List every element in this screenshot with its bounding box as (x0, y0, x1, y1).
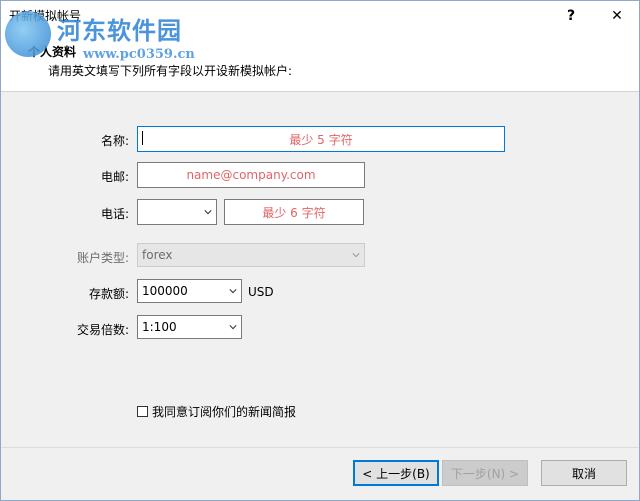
text-caret (142, 131, 143, 145)
form-body: 名称: 最少 5 字符 电邮: name@company.com 电话: 最少 … (1, 92, 639, 447)
close-button[interactable]: ✕ (595, 1, 639, 31)
deposit-label: 存款额: (88, 287, 129, 301)
name-input[interactable]: 最少 5 字符 (137, 126, 505, 152)
leverage-select[interactable]: 1:100 (137, 315, 242, 339)
currency-label: USD (248, 285, 274, 299)
chevron-down-icon (204, 210, 212, 215)
email-placeholder: name@company.com (186, 168, 316, 182)
account-type-label: 账户类型: (76, 251, 129, 265)
newsletter-label: 我同意订阅你们的新闻简报 (152, 405, 297, 419)
phone-input[interactable]: 最少 6 字符 (224, 199, 364, 225)
chevron-down-icon (229, 325, 237, 330)
leverage-value: 1:100 (142, 320, 177, 334)
help-button[interactable]: ? (549, 1, 593, 31)
chevron-down-icon (229, 289, 237, 294)
page-subtitle: 请用英文填写下列所有字段以开设新模拟帐户: (48, 64, 293, 78)
back-button[interactable]: < 上一步(B) (353, 460, 439, 486)
email-label: 电邮: (100, 170, 129, 184)
deposit-select[interactable]: 100000 (137, 279, 242, 303)
page-title: 个人资料 (28, 45, 77, 59)
cancel-button[interactable]: 取消 (541, 460, 627, 486)
next-button[interactable]: 下一步(N) > (442, 460, 528, 486)
name-label: 名称: (100, 134, 129, 148)
country-code-select[interactable] (137, 199, 217, 225)
account-type-select[interactable]: forex (137, 243, 365, 267)
phone-placeholder: 最少 6 字符 (262, 205, 326, 220)
page-header: 个人资料 请用英文填写下列所有字段以开设新模拟帐户: (1, 31, 639, 92)
dialog-footer: < 上一步(B) 下一步(N) > 取消 (1, 447, 639, 500)
leverage-label: 交易倍数: (76, 323, 129, 337)
window-title: 开新模拟帐号 (9, 9, 82, 23)
newsletter-checkbox[interactable] (137, 406, 148, 417)
title-bar: 开新模拟帐号 ? ✕ (1, 1, 639, 31)
chevron-down-icon (352, 253, 360, 258)
newsletter-option[interactable]: 我同意订阅你们的新闻简报 (137, 403, 296, 420)
phone-label: 电话: (100, 207, 129, 221)
email-input[interactable]: name@company.com (137, 162, 365, 188)
name-placeholder: 最少 5 字符 (289, 132, 353, 147)
dialog-window: 开新模拟帐号 ? ✕ 个人资料 请用英文填写下列所有字段以开设新模拟帐户: 河东… (0, 0, 640, 501)
deposit-value: 100000 (142, 284, 188, 298)
account-type-value: forex (142, 248, 173, 262)
